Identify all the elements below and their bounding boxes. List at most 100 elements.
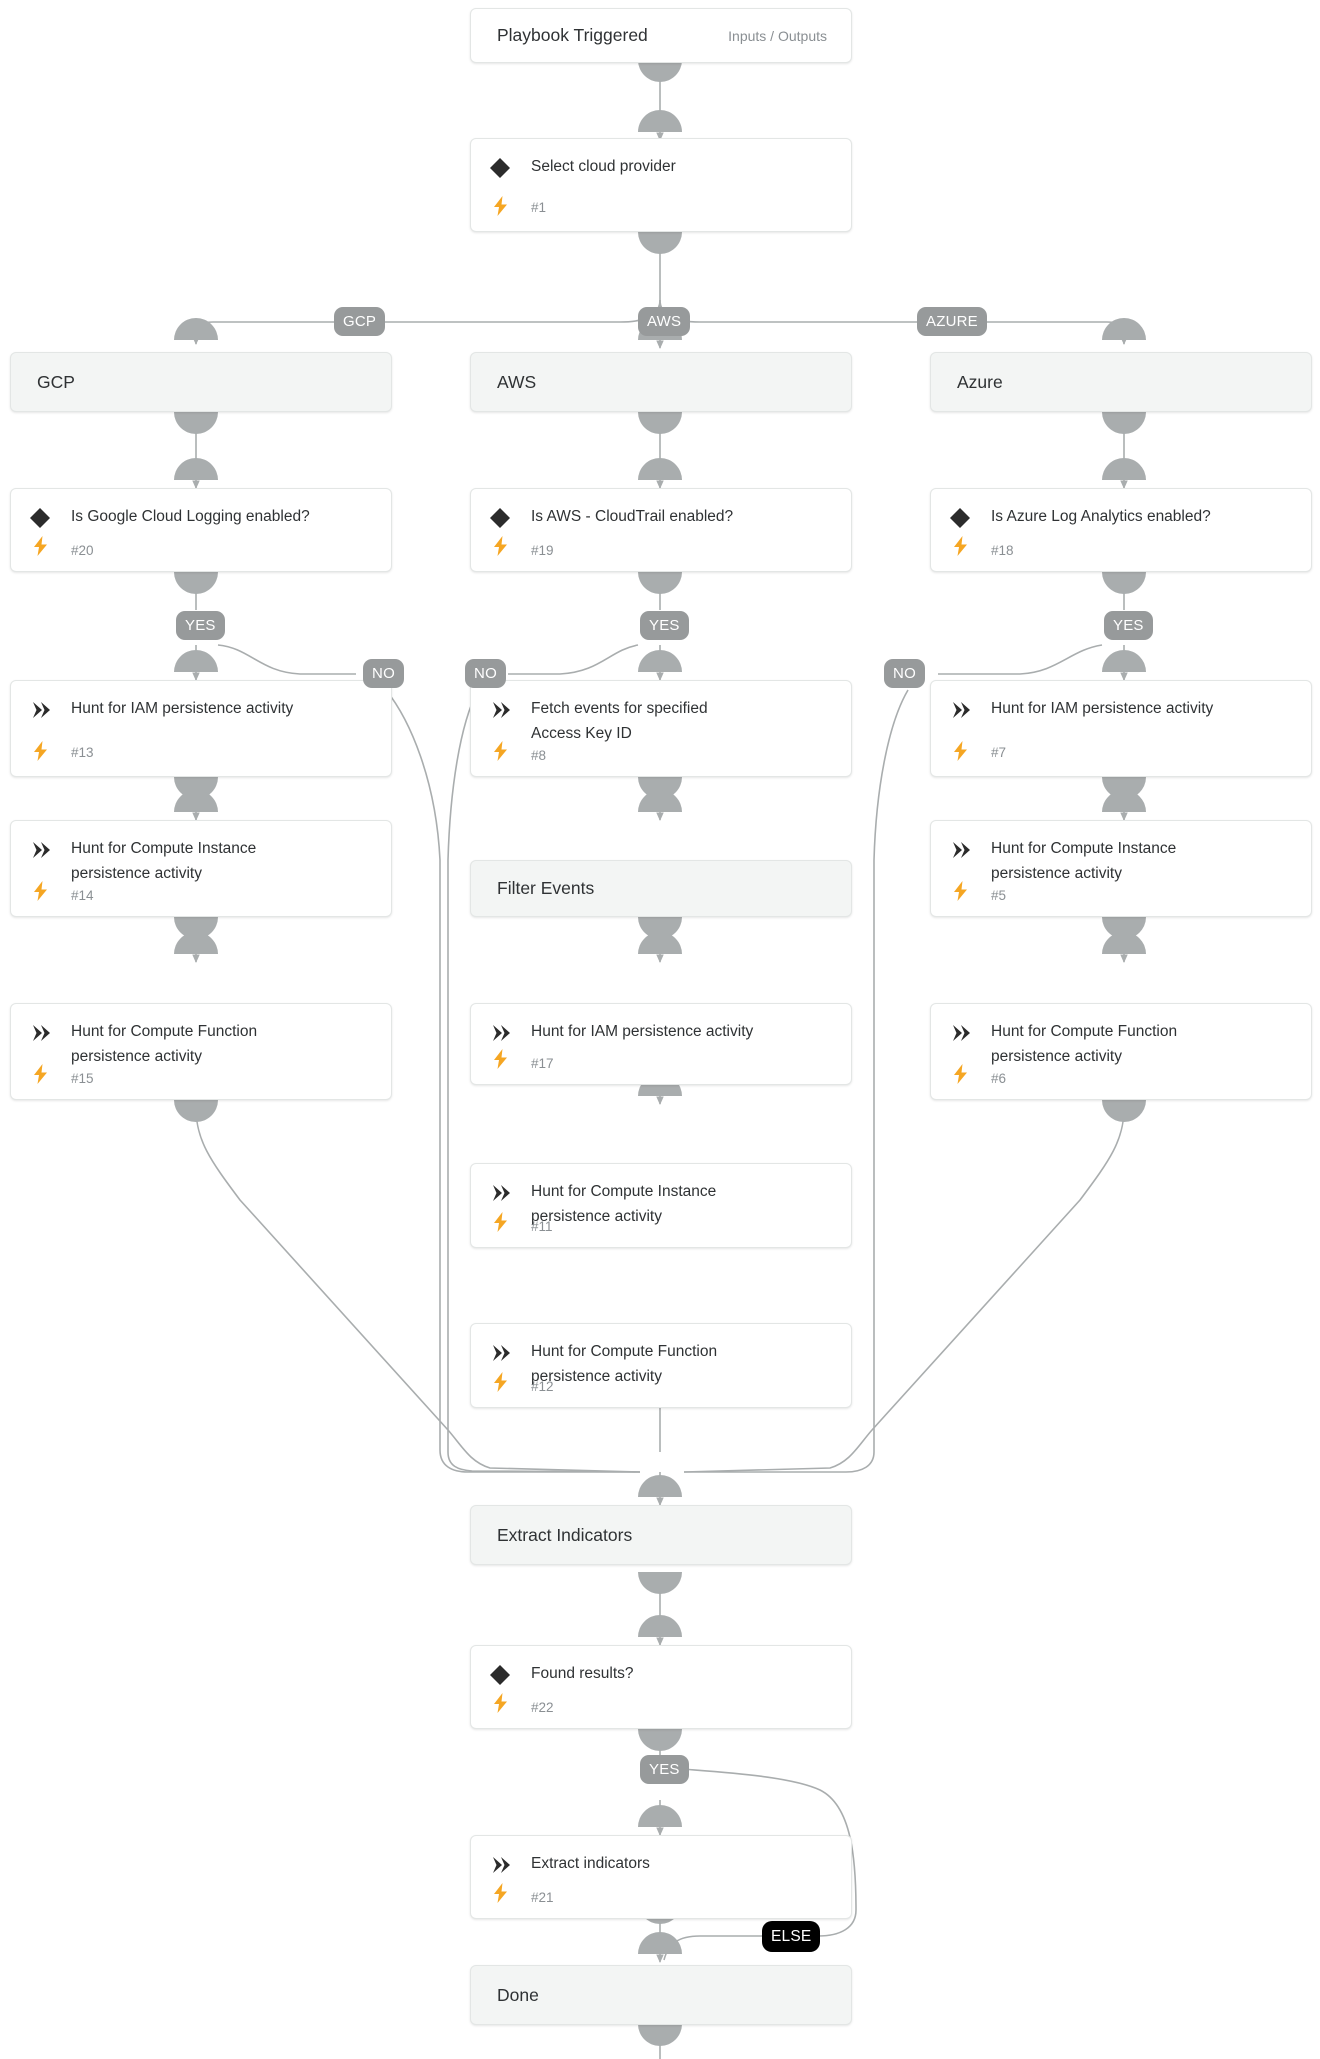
node-title: Is Google Cloud Logging enabled? <box>71 508 310 525</box>
node-azure-log-analytics-condition[interactable]: Is Azure Log Analytics enabled? #18 <box>930 488 1312 572</box>
node-title: Playbook Triggered <box>497 25 648 45</box>
lightning-bolt-icon <box>491 195 509 217</box>
node-done[interactable]: Done <box>470 1965 852 2025</box>
task-number: #20 <box>71 543 94 558</box>
node-title: Select cloud provider <box>531 158 676 175</box>
lightning-bolt-icon <box>491 1211 509 1233</box>
lightning-bolt-icon <box>31 1063 49 1085</box>
task-number: #13 <box>71 745 94 760</box>
node-section-azure[interactable]: Azure <box>930 352 1312 412</box>
task-number: #1 <box>531 200 547 215</box>
node-title: AWS <box>497 371 537 392</box>
task-number: #15 <box>71 1071 94 1086</box>
lightning-bolt-icon <box>951 1063 969 1085</box>
task-number: #12 <box>531 1379 554 1394</box>
inputs-outputs-label[interactable]: Inputs / Outputs <box>728 28 827 44</box>
node-title: Hunt for Compute Instance persistence ac… <box>71 840 257 882</box>
node-gcp-hunt-iam[interactable]: Hunt for IAM persistence activity #13 <box>10 680 392 777</box>
node-section-extract-indicators[interactable]: Extract Indicators <box>470 1505 852 1565</box>
task-number: #22 <box>531 1700 554 1715</box>
lightning-bolt-icon <box>491 1371 509 1393</box>
edge-label-gcp: GCP <box>334 307 386 336</box>
diamond-icon <box>28 506 52 530</box>
node-title: Azure <box>957 371 1003 392</box>
node-title: GCP <box>37 371 75 392</box>
node-title: Filter Events <box>497 878 595 898</box>
node-azure-hunt-compute-function[interactable]: Hunt for Compute Function persistence ac… <box>930 1003 1312 1100</box>
node-title: Is AWS - CloudTrail enabled? <box>531 508 734 525</box>
edge-label-azure-yes: YES <box>1104 611 1153 640</box>
task-number: #5 <box>991 888 1007 903</box>
node-title: Hunt for Compute Function persistence ac… <box>991 1023 1178 1065</box>
edge-label-text: NO <box>474 665 497 682</box>
node-section-filter-events[interactable]: Filter Events <box>470 860 852 917</box>
node-title: Extract Indicators <box>497 1524 633 1545</box>
chevron-right-icon <box>488 1341 512 1365</box>
node-title: Found results? <box>531 1665 634 1682</box>
lightning-bolt-icon <box>31 740 49 762</box>
lightning-bolt-icon <box>491 535 509 557</box>
lightning-bolt-icon <box>31 880 49 902</box>
node-title: Is Azure Log Analytics enabled? <box>991 508 1211 525</box>
edge-label-found-yes: YES <box>640 1755 689 1784</box>
node-azure-hunt-iam[interactable]: Hunt for IAM persistence activity #7 <box>930 680 1312 777</box>
task-number: #19 <box>531 543 554 558</box>
node-aws-hunt-compute-function[interactable]: Hunt for Compute Function persistence ac… <box>470 1323 852 1408</box>
node-gcp-hunt-compute-instance[interactable]: Hunt for Compute Instance persistence ac… <box>10 820 392 917</box>
edge-label-aws: AWS <box>638 307 691 336</box>
edge-label-text: ELSE <box>771 1927 812 1945</box>
task-number: #17 <box>531 1056 554 1071</box>
diamond-icon <box>488 506 512 530</box>
task-number: #14 <box>71 888 94 903</box>
node-extract-indicators-task[interactable]: Extract indicators #21 <box>470 1835 852 1919</box>
edge-label-gcp-no: NO <box>363 659 404 688</box>
node-title: Hunt for IAM persistence activity <box>531 1023 754 1040</box>
node-gcp-logging-condition[interactable]: Is Google Cloud Logging enabled? #20 <box>10 488 392 572</box>
chevron-right-icon <box>948 1021 972 1045</box>
node-gcp-hunt-compute-function[interactable]: Hunt for Compute Function persistence ac… <box>10 1003 392 1100</box>
node-select-cloud-provider[interactable]: Select cloud provider #1 <box>470 138 852 232</box>
lightning-bolt-icon <box>491 1048 509 1070</box>
node-title: Hunt for Compute Instance persistence ac… <box>531 1183 717 1225</box>
node-aws-hunt-compute-instance[interactable]: Hunt for Compute Instance persistence ac… <box>470 1163 852 1248</box>
node-section-aws[interactable]: AWS <box>470 352 852 412</box>
chevron-right-icon <box>488 1853 512 1877</box>
node-section-gcp[interactable]: GCP <box>10 352 392 412</box>
task-number: #21 <box>531 1890 554 1905</box>
task-number: #8 <box>531 748 547 763</box>
edge-label-text: NO <box>372 665 395 682</box>
task-number: #6 <box>991 1071 1007 1086</box>
lightning-bolt-icon <box>491 1882 509 1904</box>
chevron-right-icon <box>948 838 972 862</box>
node-aws-fetch-events[interactable]: Fetch events for specified Access Key ID… <box>470 680 852 777</box>
chevron-right-icon <box>488 1181 512 1205</box>
chevron-right-icon <box>28 698 52 722</box>
edge-label-found-else: ELSE <box>762 1921 821 1952</box>
diamond-icon <box>488 156 512 180</box>
task-number: #18 <box>991 543 1014 558</box>
edge-label-aws-yes: YES <box>640 611 689 640</box>
edge-label-gcp-yes: YES <box>176 611 225 640</box>
edge-label-text: YES <box>649 1761 680 1778</box>
playbook-canvas: Playbook Triggered Inputs / Outputs Sele… <box>0 0 1320 2059</box>
node-found-results-condition[interactable]: Found results? #22 <box>470 1645 852 1729</box>
edge-label-text: NO <box>893 665 916 682</box>
edge-label-aws-no: NO <box>465 659 506 688</box>
chevron-right-icon <box>488 1021 512 1045</box>
node-title: Hunt for IAM persistence activity <box>71 700 294 717</box>
chevron-right-icon <box>948 698 972 722</box>
node-title: Extract indicators <box>531 1855 650 1872</box>
node-azure-hunt-compute-instance[interactable]: Hunt for Compute Instance persistence ac… <box>930 820 1312 917</box>
edge-label-text: YES <box>185 617 216 634</box>
node-title: Hunt for Compute Function persistence ac… <box>71 1023 258 1065</box>
edge-label-text: YES <box>649 617 680 634</box>
edge-label-text: AWS <box>647 313 682 330</box>
node-playbook-triggered[interactable]: Playbook Triggered Inputs / Outputs <box>470 8 852 63</box>
lightning-bolt-icon <box>951 880 969 902</box>
diamond-icon <box>488 1663 512 1687</box>
edge-label-azure: AZURE <box>917 307 987 336</box>
lightning-bolt-icon <box>491 1692 509 1714</box>
node-aws-cloudtrail-condition[interactable]: Is AWS - CloudTrail enabled? #19 <box>470 488 852 572</box>
node-aws-hunt-iam[interactable]: Hunt for IAM persistence activity #17 <box>470 1003 852 1085</box>
edge-label-azure-no: NO <box>884 659 925 688</box>
